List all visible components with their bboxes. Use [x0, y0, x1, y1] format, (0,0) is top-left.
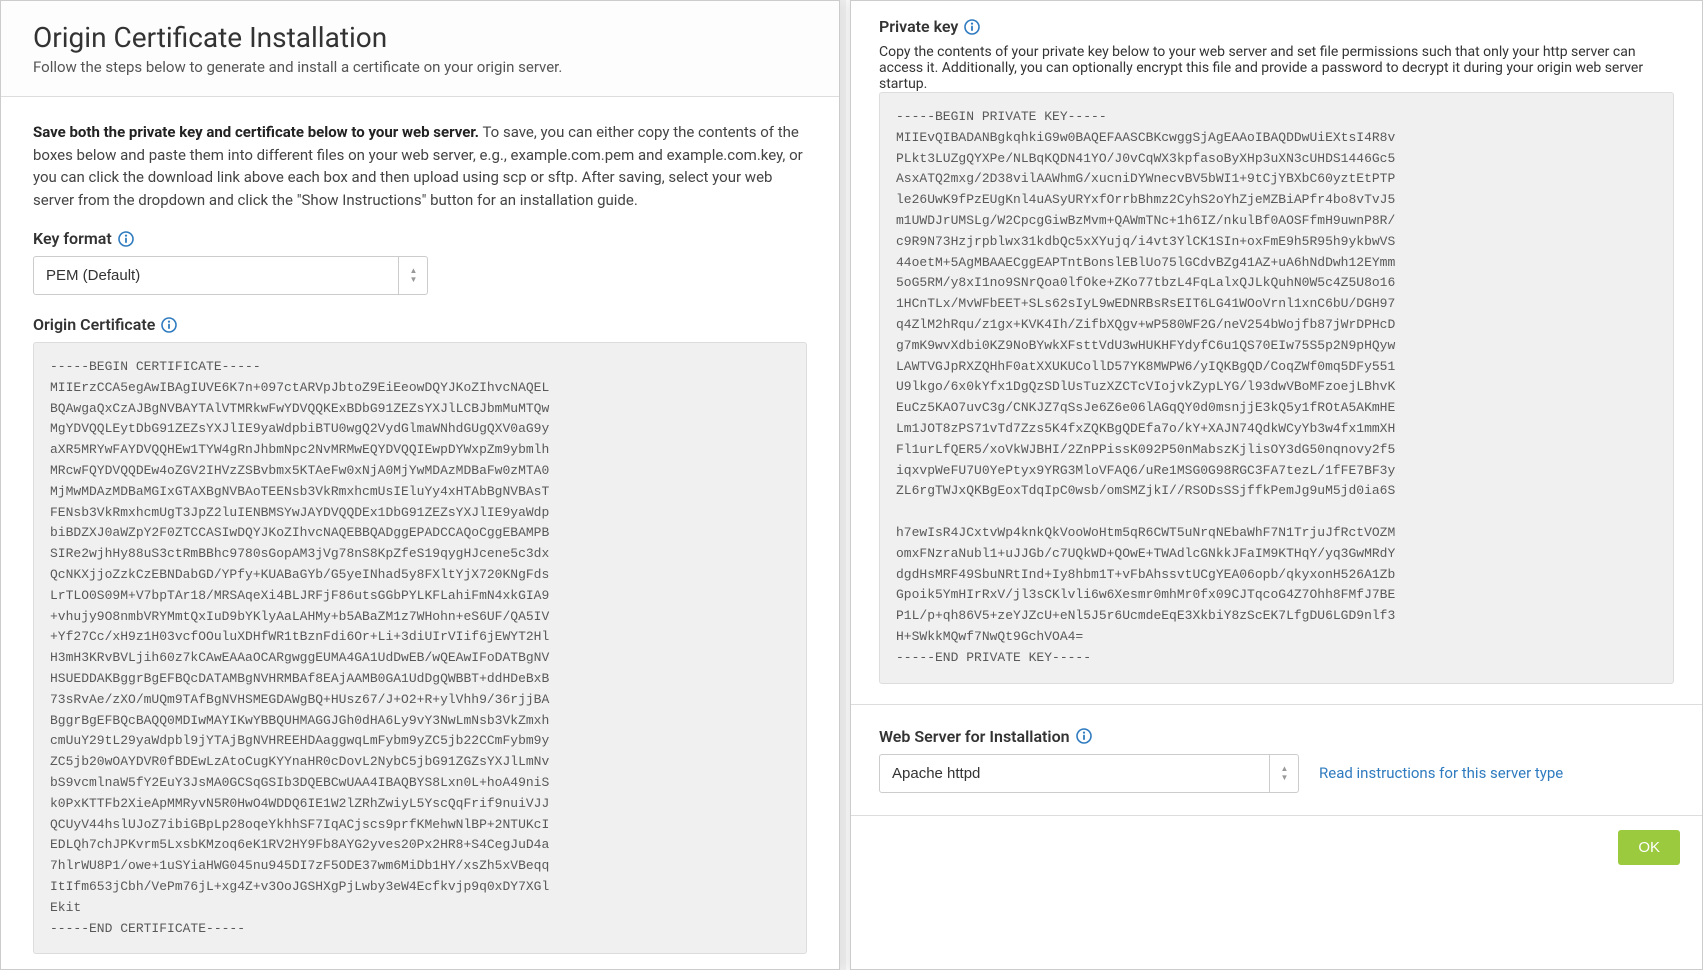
key-format-group: Key format PEM (Default) ▲▼	[33, 229, 807, 295]
origin-cert-modal: Origin Certificate Installation Follow t…	[0, 0, 840, 970]
private-key-label-text: Private key	[879, 17, 958, 36]
modal-header: Origin Certificate Installation Follow t…	[1, 1, 839, 97]
web-server-select[interactable]: Apache httpd	[879, 754, 1299, 793]
origin-cert-group: Origin Certificate -----BEGIN CERTIFICAT…	[33, 315, 807, 954]
right-top-area: Private key Copy the contents of your pr…	[851, 1, 1702, 704]
origin-cert-label: Origin Certificate	[33, 315, 807, 334]
origin-cert-label-text: Origin Certificate	[33, 315, 155, 334]
info-icon[interactable]	[1076, 728, 1092, 744]
web-server-label: Web Server for Installation	[879, 727, 1674, 746]
modal-footer: OK	[851, 815, 1702, 879]
web-server-section: Web Server for Installation Apache httpd…	[851, 704, 1702, 815]
read-instructions-link[interactable]: Read instructions for this server type	[1319, 764, 1563, 782]
save-instructions-bold: Save both the private key and certificat…	[33, 123, 479, 141]
private-key-group: Private key Copy the contents of your pr…	[879, 17, 1674, 684]
modal-body-left: Save both the private key and certificat…	[1, 97, 839, 969]
modal-subtitle: Follow the steps below to generate and i…	[33, 58, 807, 76]
private-key-desc: Copy the contents of your private key be…	[879, 44, 1674, 92]
origin-cert-textbox[interactable]: -----BEGIN CERTIFICATE----- MIIErzCCA5eg…	[33, 342, 807, 954]
key-format-select-wrap: PEM (Default) ▲▼	[33, 256, 428, 295]
info-icon[interactable]	[118, 231, 134, 247]
web-server-label-text: Web Server for Installation	[879, 727, 1070, 746]
install-row: Apache httpd ▲▼ Read instructions for th…	[879, 754, 1674, 793]
private-key-textbox[interactable]: -----BEGIN PRIVATE KEY----- MIIEvQIBADAN…	[879, 92, 1674, 684]
origin-cert-modal-right: Private key Copy the contents of your pr…	[850, 0, 1703, 970]
private-key-label: Private key	[879, 17, 1674, 36]
info-icon[interactable]	[964, 19, 980, 35]
key-format-label-text: Key format	[33, 229, 112, 248]
key-format-select[interactable]: PEM (Default)	[33, 256, 428, 295]
save-instructions: Save both the private key and certificat…	[33, 121, 807, 211]
info-icon[interactable]	[161, 317, 177, 333]
key-format-label: Key format	[33, 229, 807, 248]
ok-button[interactable]: OK	[1618, 830, 1680, 865]
modal-title: Origin Certificate Installation	[33, 21, 807, 54]
web-server-select-wrap: Apache httpd ▲▼	[879, 754, 1299, 793]
